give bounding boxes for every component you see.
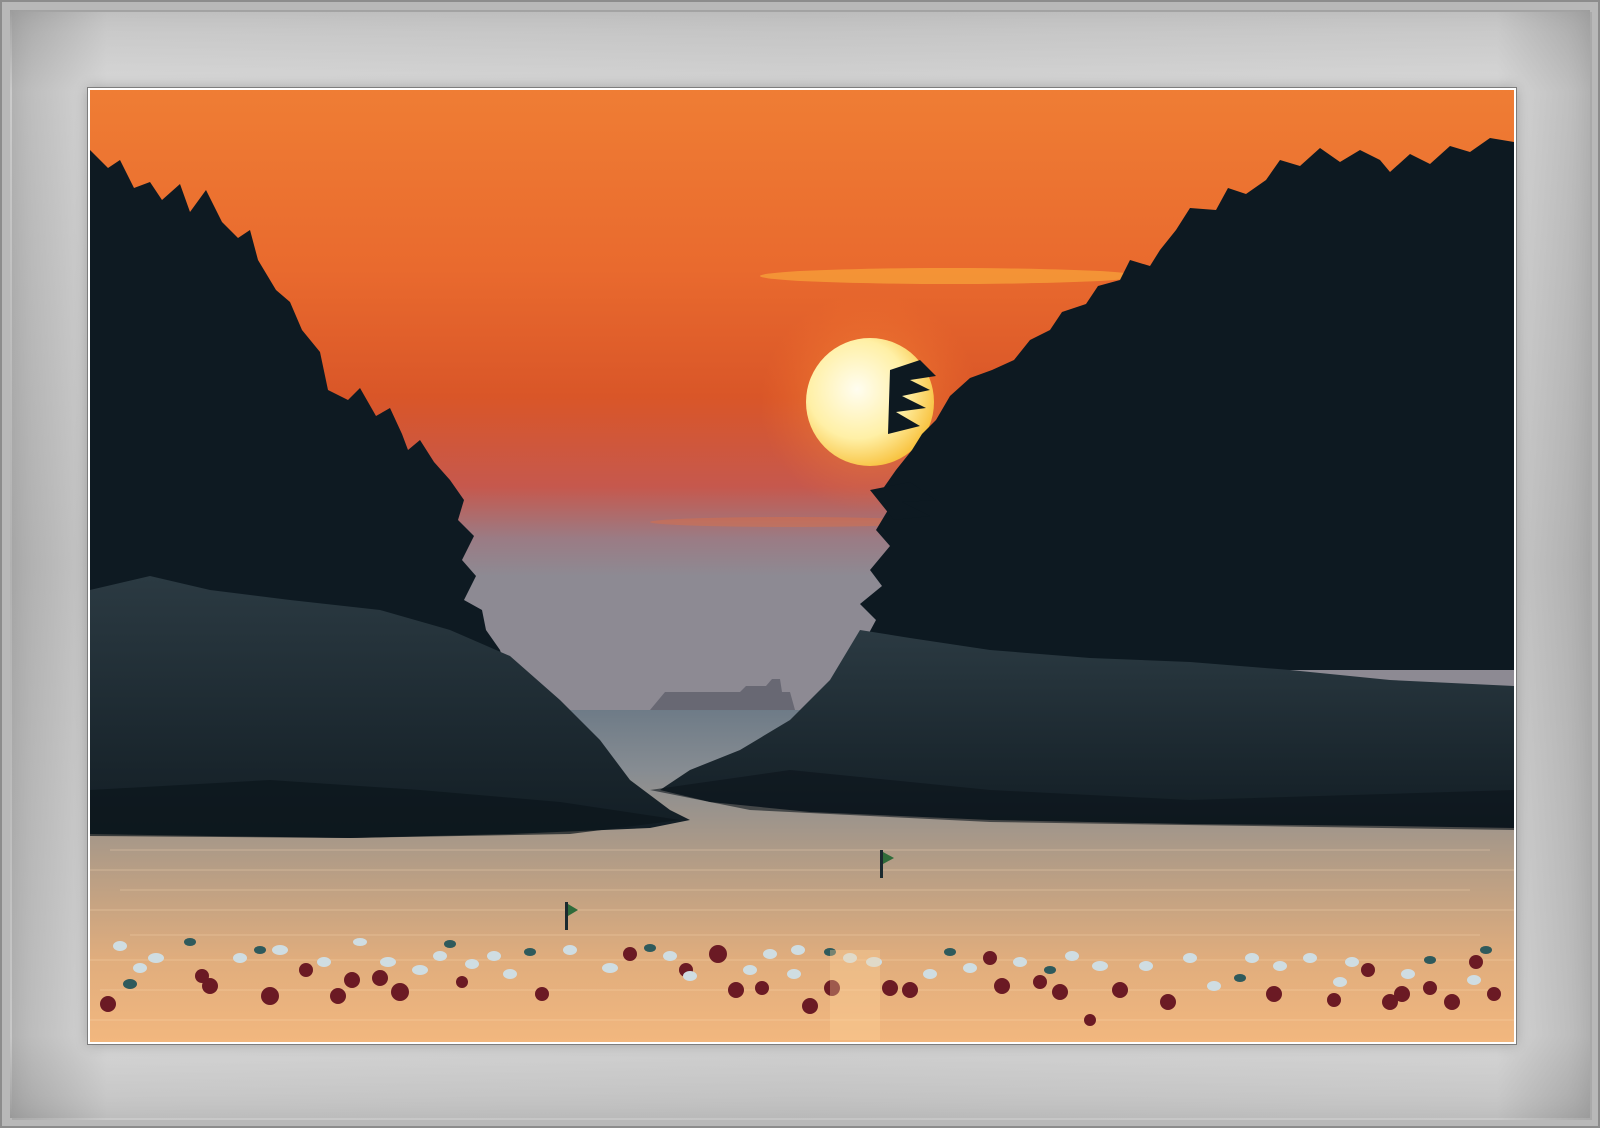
picture-frame bbox=[0, 0, 1600, 1128]
sunset-photo bbox=[90, 90, 1514, 1042]
photo-mat bbox=[88, 88, 1516, 1044]
cloud-streak bbox=[760, 268, 1140, 284]
sun-reflection bbox=[830, 950, 880, 1040]
